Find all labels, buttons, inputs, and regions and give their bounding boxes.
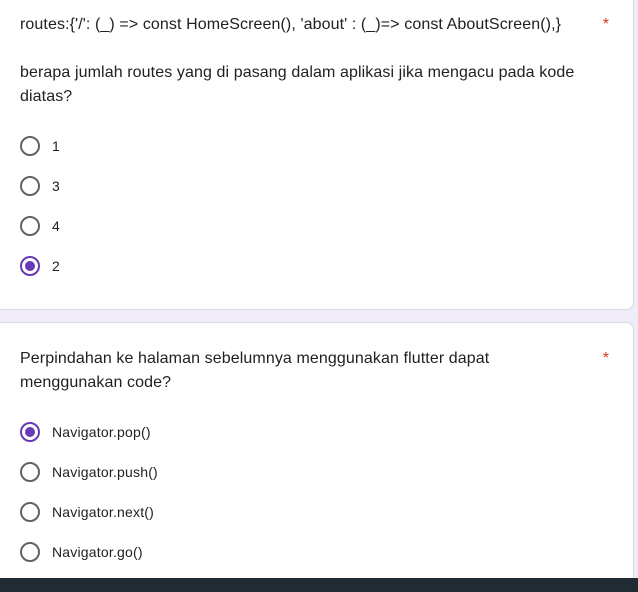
radio-option-4[interactable]: 4: [20, 214, 60, 238]
radio-option-label: Navigator.push(): [52, 464, 158, 480]
radio-option-navigator-next[interactable]: Navigator.next(): [20, 500, 154, 524]
radio-option-3[interactable]: 3: [20, 174, 60, 198]
radio-option-label: 3: [52, 178, 60, 194]
radio-button-icon[interactable]: [20, 462, 40, 482]
radio-option-label: 1: [52, 138, 60, 154]
radio-button-checked-icon[interactable]: [20, 422, 40, 442]
radio-option-2[interactable]: 2: [20, 254, 60, 278]
question-code-line: routes:{'/': (_) => const HomeScreen(), …: [20, 16, 562, 33]
radio-option-label: 2: [52, 258, 60, 274]
radio-option-navigator-pop[interactable]: Navigator.pop(): [20, 420, 151, 444]
radio-button-icon[interactable]: [20, 502, 40, 522]
radio-button-icon[interactable]: [20, 542, 40, 562]
form-page: routes:{'/': (_) => const HomeScreen(), …: [0, 0, 638, 592]
radio-option-1[interactable]: 1: [20, 134, 60, 158]
radio-option-label: Navigator.pop(): [52, 424, 151, 440]
radio-button-icon[interactable]: [20, 216, 40, 236]
question-card-routes: routes:{'/': (_) => const HomeScreen(), …: [0, 0, 634, 310]
required-asterisk: *: [602, 350, 609, 367]
radio-option-label: Navigator.go(): [52, 544, 143, 560]
radio-option-navigator-push[interactable]: Navigator.push(): [20, 460, 158, 484]
radio-option-label: Navigator.next(): [52, 504, 155, 520]
radio-button-icon[interactable]: [20, 136, 40, 156]
bottom-bar: [0, 578, 638, 592]
question-title: berapa jumlah routes yang di pasang dala…: [20, 64, 575, 105]
required-asterisk: *: [602, 16, 609, 33]
radio-option-navigator-go[interactable]: Navigator.go(): [20, 540, 143, 564]
radio-button-icon[interactable]: [20, 176, 40, 196]
radio-button-checked-icon[interactable]: [20, 256, 40, 276]
question-title: Perpindahan ke halaman sebelumnya menggu…: [20, 350, 490, 391]
question-card-navigator: Perpindahan ke halaman sebelumnya menggu…: [0, 322, 634, 592]
radio-option-label: 4: [52, 218, 60, 234]
